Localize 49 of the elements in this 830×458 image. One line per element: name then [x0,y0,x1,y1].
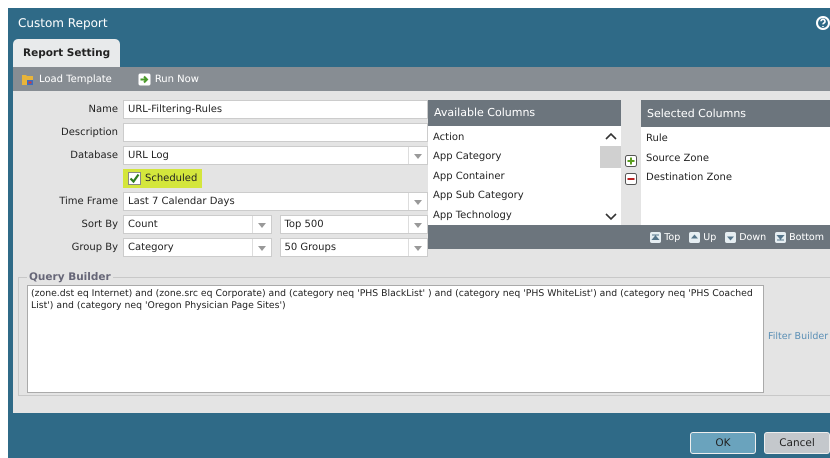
order-button[interactable]: Bottom [775,232,824,242]
field-label: Sort By [80,219,118,230]
order-button[interactable]: Top [650,232,680,242]
list-item[interactable]: App Sub Category [428,186,600,206]
field-label: Group By [70,242,118,253]
list-item[interactable]: Action [428,128,600,147]
folder-icon [21,72,35,86]
scheduled-checkbox[interactable] [128,172,141,185]
description-field[interactable] [123,123,428,142]
list-item[interactable]: Destination Zone [641,168,830,188]
list-item[interactable]: Rule [641,129,830,148]
order-button[interactable]: Up [689,232,716,242]
group-by-dropdown[interactable]: Category [123,238,272,257]
help-icon[interactable] [816,16,830,30]
list-item[interactable]: Source Zone [641,148,830,168]
check-icon [129,173,140,184]
panel-header: Selected Columns [641,100,830,127]
groups-dropdown[interactable]: 50 Groups [280,238,428,257]
database-dropdown[interactable]: URL Log [123,146,428,165]
time-frame-dropdown[interactable]: Last 7 Calendar Days [123,192,428,211]
scroll-down-icon[interactable] [604,213,616,221]
list-item[interactable]: App Container [428,166,600,186]
add-icon[interactable] [625,155,637,167]
field-label: Name [87,104,118,115]
move-icon [725,232,736,242]
dialog-button[interactable]: Cancel [764,432,830,454]
checkbox-label: Scheduled [145,173,198,184]
name-field[interactable]: URL-Filtering-Rules [123,100,428,119]
scroll-up-icon[interactable] [604,132,616,140]
query-field[interactable]: (zone.dst eq Internet) and (zone.src eq Corporate) and (category neq 'PHS BlackList' ) and (category neq 'PHS WhiteList') and (category neq 'PHS Coached List') and (category neq 'Oregon Physician Page Sites') [27,285,764,393]
field-label: Time Frame [58,196,118,207]
tab[interactable]: Report Setting [13,39,120,67]
remove-icon[interactable] [625,173,637,185]
sort-by-dropdown[interactable]: Count [123,215,272,234]
move-icon [689,232,700,242]
order-button[interactable]: Down [725,232,766,242]
scrollbar-thumb[interactable] [600,146,621,168]
group-title: Query Builder [28,271,112,283]
limit-dropdown[interactable]: Top 500 [280,215,428,234]
panel-header: Available Columns [428,100,621,126]
dialog-button[interactable]: OK [690,432,756,454]
list-item[interactable]: App Technology [428,206,600,225]
field-label: Description [60,127,118,138]
list-item[interactable]: App Category [428,147,600,166]
field-label: Database [69,150,118,161]
window-title: Custom Report [18,16,108,30]
move-icon [775,232,786,242]
move-icon [650,232,662,242]
arrow-icon [138,72,151,86]
